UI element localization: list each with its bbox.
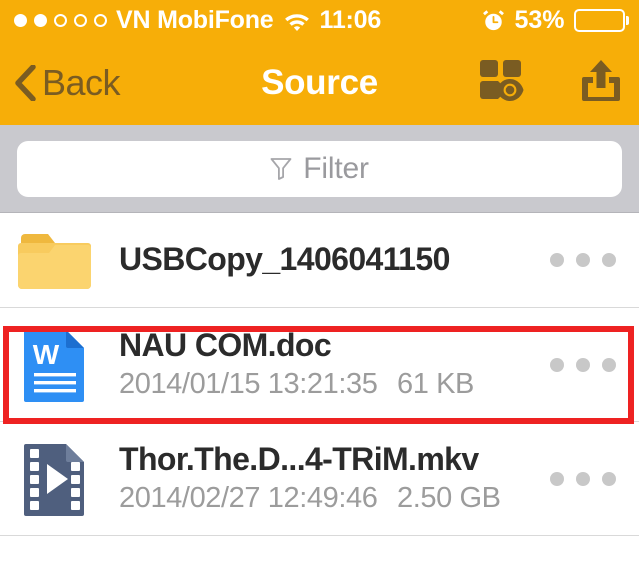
file-name: NAU COM.doc: [119, 328, 332, 364]
clock-label: 11:06: [319, 6, 382, 34]
folder-icon: [18, 224, 91, 297]
filter-bar: Filter: [0, 125, 639, 213]
filter-placeholder: Filter: [303, 151, 369, 185]
alarm-clock-icon: [482, 9, 505, 32]
nav-actions: [477, 59, 625, 107]
list-item[interactable]: USBCopy_1406041150: [0, 213, 639, 308]
file-date: 2014/01/15 13:21:35: [119, 367, 378, 400]
signal-strength-dots: [14, 14, 107, 27]
grid-preview-icon: [478, 59, 524, 108]
carrier-label: VN MobiFone: [116, 6, 274, 34]
word-document-icon: W: [18, 328, 91, 402]
file-date: 2014/02/27 12:49:46: [119, 481, 378, 514]
list-item-body: Thor.The.D...4-TRiM.mkv 2014/02/27 12:49…: [119, 442, 533, 515]
list-item-body: NAU COM.doc 2014/01/15 13:21:35 61 KB: [119, 328, 533, 401]
list-item[interactable]: W NAU COM.doc 2014/01/15 13:21:35 61 KB: [0, 308, 639, 422]
signal-dot-1: [14, 14, 27, 27]
more-dots-icon: [550, 471, 564, 486]
more-dots-icon: [550, 253, 564, 267]
more-dots-icon: [550, 357, 564, 372]
signal-dot-5: [94, 14, 107, 27]
file-name: Thor.The.D...4-TRiM.mkv: [119, 442, 479, 478]
battery-icon: [573, 9, 629, 32]
grid-preview-button[interactable]: [477, 59, 525, 107]
wifi-icon: [283, 10, 311, 32]
video-file-icon: [18, 442, 91, 516]
battery-percent-label: 53%: [514, 6, 565, 34]
chevron-left-icon: [14, 64, 36, 102]
more-options-button[interactable]: [533, 471, 633, 486]
signal-dot-4: [74, 14, 87, 27]
back-button-label: Back: [42, 62, 121, 103]
status-bar-left: VN MobiFone 11:06: [14, 6, 381, 35]
file-size: 2.50 GB: [397, 481, 501, 514]
share-button[interactable]: [577, 59, 625, 107]
share-upload-icon: [579, 58, 623, 109]
file-meta: 2014/02/27 12:49:46 2.50 GB: [119, 482, 533, 515]
navigation-bar: Back Source: [0, 41, 639, 125]
filter-input[interactable]: Filter: [17, 140, 622, 197]
file-size: 61 KB: [397, 367, 474, 400]
status-bar-right: 53%: [482, 0, 629, 41]
signal-dot-2: [34, 14, 47, 27]
more-options-button[interactable]: [533, 357, 633, 372]
svg-text:W: W: [32, 339, 59, 370]
file-meta: 2014/01/15 13:21:35 61 KB: [119, 368, 533, 401]
funnel-icon: [270, 157, 292, 180]
list-item[interactable]: Thor.The.D...4-TRiM.mkv 2014/02/27 12:49…: [0, 422, 639, 536]
more-options-button[interactable]: [533, 253, 633, 267]
signal-dot-3: [54, 14, 67, 27]
file-list: USBCopy_1406041150 W NAU COM.doc 2014/01…: [0, 213, 639, 536]
file-browser-screen: VN MobiFone 11:06 53% Back Source Filter…: [0, 0, 639, 584]
status-bar: VN MobiFone 11:06 53%: [0, 0, 639, 41]
list-item-body: USBCopy_1406041150: [119, 242, 533, 278]
file-name: USBCopy_1406041150: [119, 242, 450, 278]
back-button[interactable]: Back: [14, 62, 121, 103]
